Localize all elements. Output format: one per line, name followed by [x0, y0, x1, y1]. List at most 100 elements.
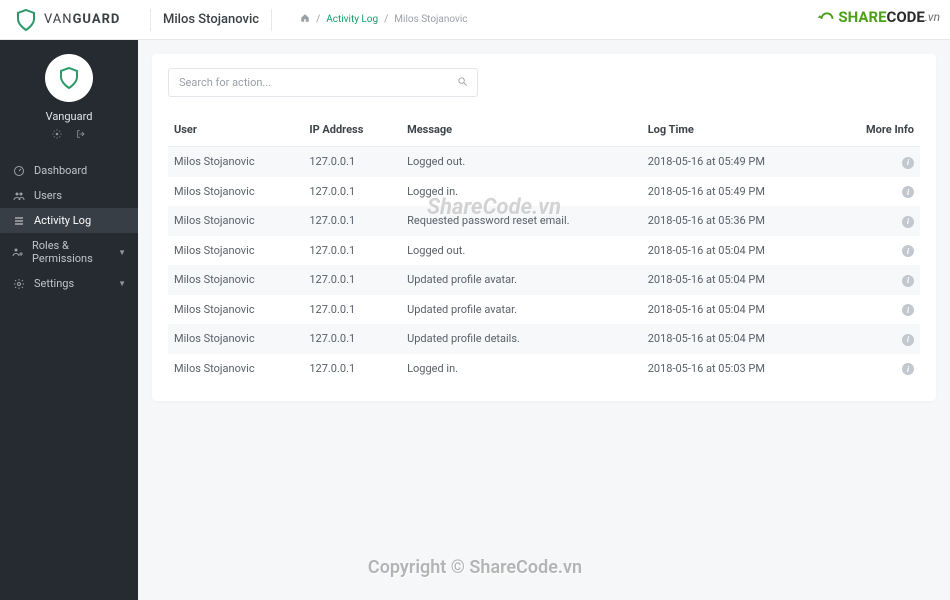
cell-ip: 127.0.0.1: [303, 177, 401, 207]
info-icon[interactable]: i: [902, 157, 914, 169]
separator: [150, 9, 151, 31]
gear-icon: [12, 278, 26, 290]
breadcrumb-activity-log[interactable]: Activity Log: [326, 14, 378, 25]
cell-more-info: i: [845, 295, 920, 325]
sidebar: Vanguard Dashboard Users Activity Log Roles…: [0, 40, 138, 600]
brand-text: VANGUARD: [44, 12, 120, 27]
sidebar-item-settings[interactable]: Settings▼: [0, 271, 138, 296]
home-icon[interactable]: [300, 13, 310, 26]
gear-icon[interactable]: [52, 129, 62, 142]
cell-message: Requested password reset email.: [401, 206, 642, 236]
sidebar-item-dashboard[interactable]: Dashboard: [0, 158, 138, 183]
cell-ip: 127.0.0.1: [303, 206, 401, 236]
avatar[interactable]: [45, 54, 93, 102]
cell-user: Milos Stojanovic: [168, 265, 303, 295]
sidebar-item-label: Dashboard: [34, 164, 87, 177]
info-icon[interactable]: i: [902, 304, 914, 316]
sidebar-item-label: Activity Log: [34, 214, 91, 227]
cell-more-info: i: [845, 236, 920, 266]
sidebar-item-users[interactable]: Users: [0, 183, 138, 208]
cell-more-info: i: [845, 147, 920, 177]
breadcrumb: / Activity Log / Milos Stojanovic: [300, 13, 467, 26]
cell-ip: 127.0.0.1: [303, 354, 401, 384]
info-icon[interactable]: i: [902, 334, 914, 346]
cell-log_time: 2018-05-16 at 05:03 PM: [642, 354, 845, 384]
sidebar-item-roles-permissions[interactable]: Roles & Permissions ▼: [0, 233, 138, 271]
cell-ip: 127.0.0.1: [303, 324, 401, 354]
cell-user: Milos Stojanovic: [168, 206, 303, 236]
cell-ip: 127.0.0.1: [303, 147, 401, 177]
roles-icon: [12, 246, 24, 258]
cell-log_time: 2018-05-16 at 05:04 PM: [642, 265, 845, 295]
cell-message: Logged out.: [401, 236, 642, 266]
profile-username: Vanguard: [0, 110, 138, 123]
table-row: Milos Stojanovic127.0.0.1Updated profile…: [168, 295, 920, 325]
search-box: [168, 68, 478, 97]
table-row: Milos Stojanovic127.0.0.1Logged out.2018…: [168, 147, 920, 177]
cell-more-info: i: [845, 324, 920, 354]
shield-icon: [57, 66, 81, 90]
cell-ip: 127.0.0.1: [303, 236, 401, 266]
chevron-down-icon: ▼: [118, 248, 126, 257]
table-row: Milos Stojanovic127.0.0.1Logged out.2018…: [168, 236, 920, 266]
info-icon[interactable]: i: [902, 186, 914, 198]
sidebar-item-activity-log[interactable]: Activity Log: [0, 208, 138, 233]
shield-icon: [14, 8, 38, 32]
search-icon[interactable]: [457, 76, 468, 90]
cell-ip: 127.0.0.1: [303, 295, 401, 325]
cell-message: Updated profile avatar.: [401, 265, 642, 295]
sidebar-item-label: Users: [34, 189, 62, 202]
cell-user: Milos Stojanovic: [168, 177, 303, 207]
cell-user: Milos Stojanovic: [168, 354, 303, 384]
sidebar-item-label: Roles & Permissions: [32, 239, 110, 265]
info-icon[interactable]: i: [902, 245, 914, 257]
cell-log_time: 2018-05-16 at 05:04 PM: [642, 236, 845, 266]
cell-user: Milos Stojanovic: [168, 236, 303, 266]
cell-message: Logged in.: [401, 354, 642, 384]
cell-more-info: i: [845, 265, 920, 295]
activity-card: User IP Address Message Log Time More In…: [152, 54, 936, 401]
dashboard-icon: [12, 165, 26, 177]
cell-log_time: 2018-05-16 at 05:36 PM: [642, 206, 845, 236]
table-row: Milos Stojanovic127.0.0.1Requested passw…: [168, 206, 920, 236]
cell-message: Logged out.: [401, 147, 642, 177]
list-icon: [12, 215, 26, 227]
info-icon[interactable]: i: [902, 216, 914, 228]
th-message: Message: [401, 115, 642, 147]
cell-more-info: i: [845, 177, 920, 207]
cell-user: Milos Stojanovic: [168, 324, 303, 354]
cell-log_time: 2018-05-16 at 05:49 PM: [642, 147, 845, 177]
cell-more-info: i: [845, 206, 920, 236]
profile-block: Vanguard: [0, 40, 138, 152]
th-ip: IP Address: [303, 115, 401, 147]
top-bar: VANGUARD Milos Stojanovic / Activity Log…: [0, 0, 950, 40]
th-logtime: Log Time: [642, 115, 845, 147]
th-more: More Info: [845, 115, 920, 147]
cell-message: Updated profile details.: [401, 324, 642, 354]
breadcrumb-current: Milos Stojanovic: [394, 14, 467, 25]
table-row: Milos Stojanovic127.0.0.1Logged in.2018-…: [168, 177, 920, 207]
search-input[interactable]: [168, 68, 478, 97]
th-user: User: [168, 115, 303, 147]
brand-logo[interactable]: VANGUARD: [14, 8, 138, 32]
info-icon[interactable]: i: [902, 275, 914, 287]
page-title: Milos Stojanovic: [163, 12, 259, 27]
cell-message: Updated profile avatar.: [401, 295, 642, 325]
recycle-icon: [816, 6, 838, 28]
cell-log_time: 2018-05-16 at 05:04 PM: [642, 324, 845, 354]
cell-message: Logged in.: [401, 177, 642, 207]
cell-user: Milos Stojanovic: [168, 295, 303, 325]
info-icon[interactable]: i: [902, 363, 914, 375]
sharecode-logo: SHARECODE.vn: [816, 6, 940, 28]
cell-more-info: i: [845, 354, 920, 384]
separator: [271, 9, 272, 31]
table-row: Milos Stojanovic127.0.0.1Logged in.2018-…: [168, 354, 920, 384]
content-area: User IP Address Message Log Time More In…: [138, 40, 950, 600]
cell-log_time: 2018-05-16 at 05:49 PM: [642, 177, 845, 207]
logout-icon[interactable]: [76, 129, 86, 142]
sidebar-nav: Dashboard Users Activity Log Roles & Permis…: [0, 158, 138, 296]
sidebar-item-label: Settings: [34, 277, 74, 290]
cell-log_time: 2018-05-16 at 05:04 PM: [642, 295, 845, 325]
table-row: Milos Stojanovic127.0.0.1Updated profile…: [168, 265, 920, 295]
activity-table: User IP Address Message Log Time More In…: [168, 115, 920, 383]
